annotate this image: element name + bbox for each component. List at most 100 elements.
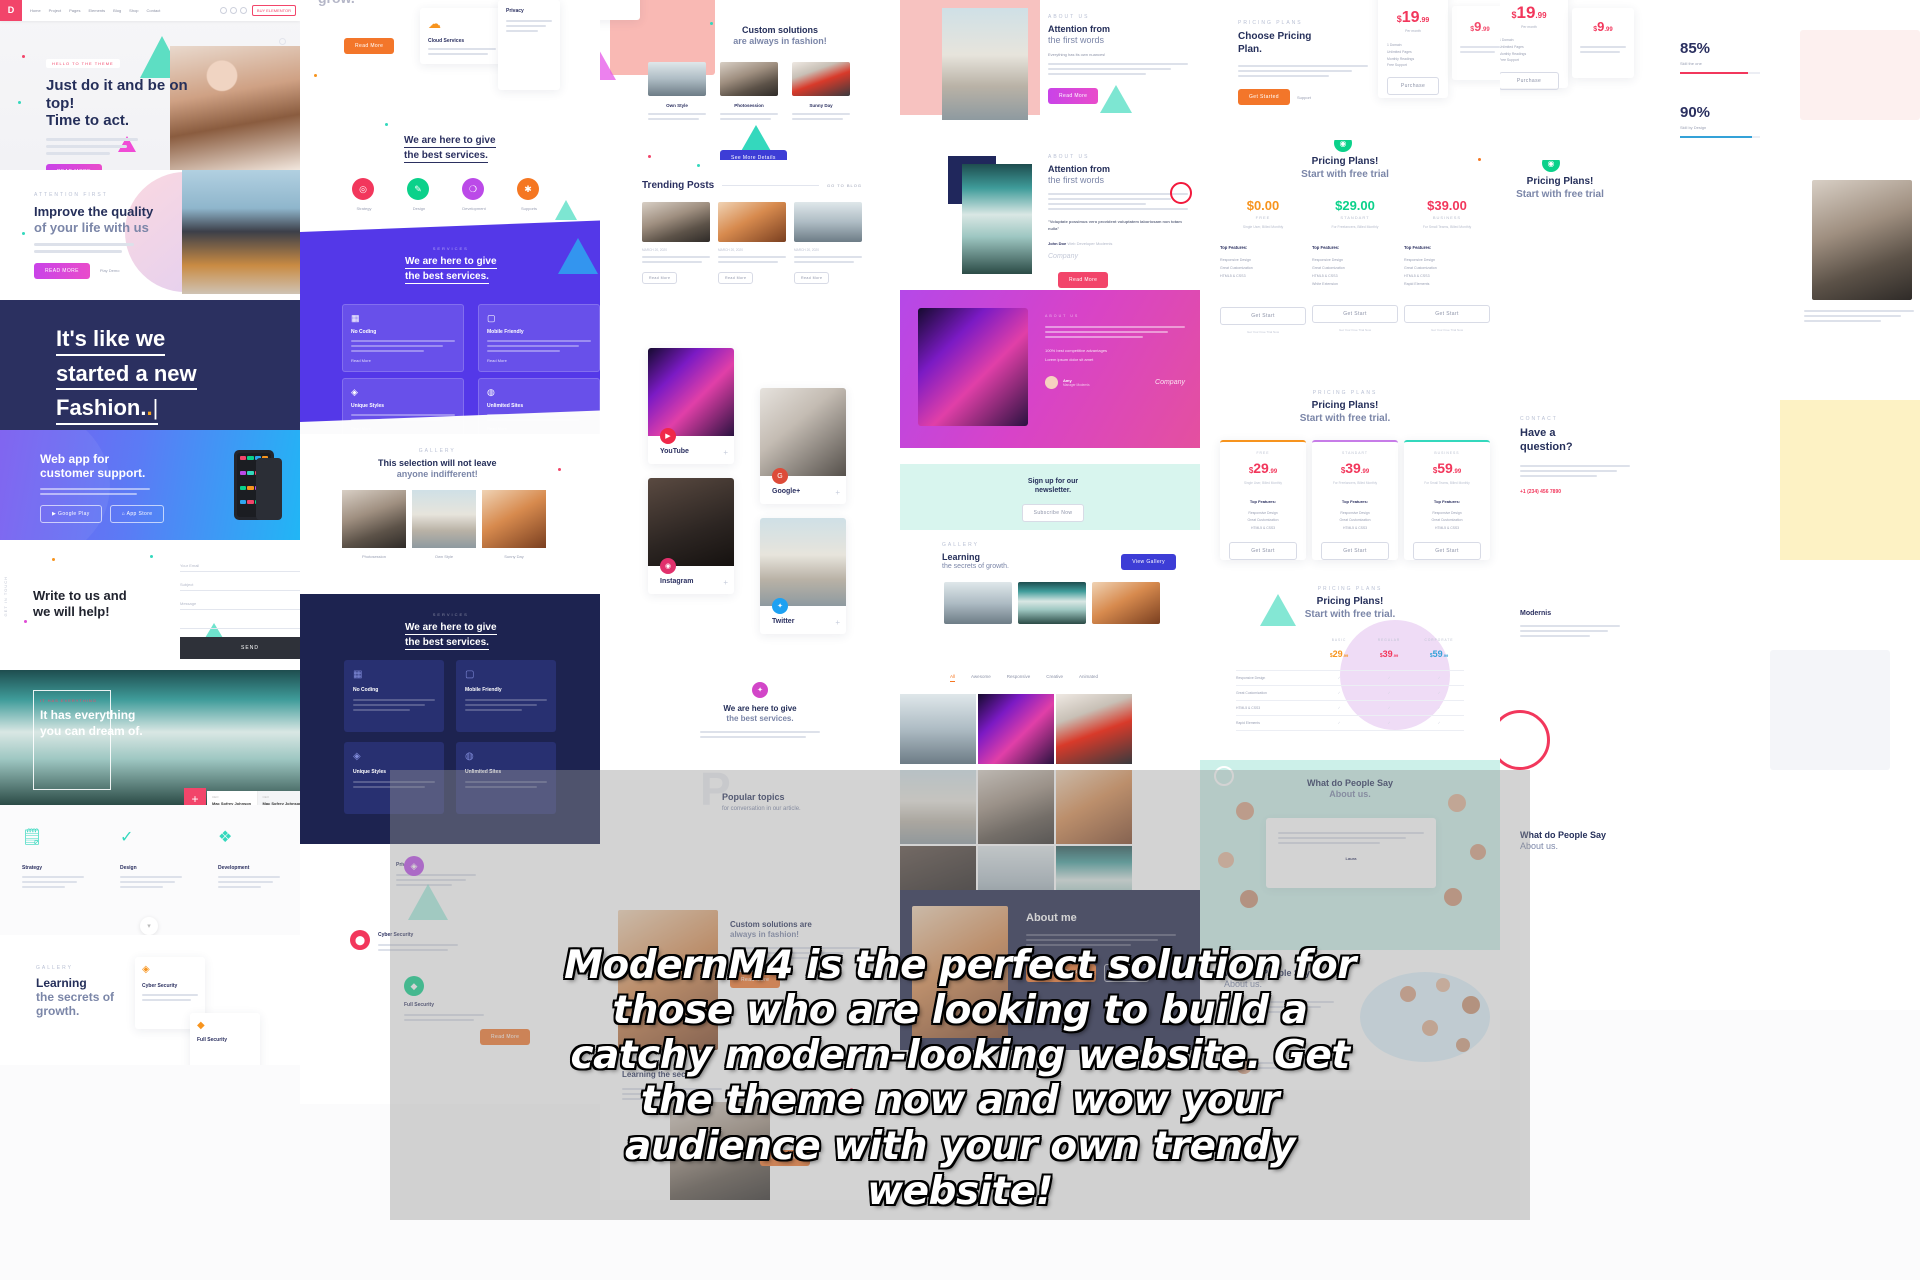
- filter-responsive[interactable]: Responsive: [1007, 674, 1031, 682]
- row-label: Rapid Elements: [1236, 721, 1260, 725]
- featured-feature: Free Support: [1387, 63, 1407, 68]
- pricing-card-starting: STARTING $19.99 Per month 1 Domain Unlim…: [1500, 0, 1568, 91]
- service-item[interactable]: ✎ Design: [407, 178, 431, 211]
- send-button[interactable]: SEND: [180, 637, 300, 659]
- nav-item-shop[interactable]: Shop: [129, 8, 138, 13]
- contact-panel: GET IN TOUCH Write to us and we will hel…: [0, 540, 300, 670]
- attention-1-button[interactable]: Read More: [1048, 88, 1099, 105]
- post-card[interactable]: MARCH 20, 2020 Read More: [718, 202, 786, 284]
- faq-phone-button[interactable]: +1 (234) 456 7890: [1520, 489, 1630, 495]
- plan-cta[interactable]: Get Start: [1312, 304, 1398, 323]
- subscribe-button[interactable]: Subscribe Now: [1021, 503, 1085, 522]
- fashion-line1: It's like we: [56, 325, 166, 356]
- chevron-down-icon[interactable]: ▾: [140, 917, 158, 935]
- social-card-googleplus[interactable]: G Google+ +: [760, 388, 846, 504]
- featured-purchase-button[interactable]: Purchase: [1500, 72, 1559, 91]
- plan-cta[interactable]: Get Start: [1220, 306, 1306, 325]
- feature-link[interactable]: Read More: [487, 426, 591, 431]
- cart-icon[interactable]: [239, 7, 247, 14]
- diamond-icon: ◈: [351, 387, 358, 397]
- portfolio-item[interactable]: [900, 694, 976, 764]
- gallery-thumb[interactable]: [944, 582, 1012, 624]
- gallery-thumb[interactable]: [1092, 582, 1160, 624]
- quality-primary-button[interactable]: READ MORE: [34, 262, 90, 279]
- gallery-thumb[interactable]: [1018, 582, 1086, 624]
- attention-2-button[interactable]: Read More: [1058, 272, 1109, 288]
- post-read-more[interactable]: Read More: [642, 272, 678, 284]
- buy-button[interactable]: BUY ELEMENTOR: [251, 5, 296, 16]
- view-gallery-button[interactable]: View Gallery: [1121, 554, 1176, 570]
- subject-field[interactable]: Subject: [180, 579, 300, 591]
- support-link[interactable]: Support: [1297, 95, 1311, 100]
- feature-link[interactable]: Read More: [487, 358, 591, 363]
- social-card-youtube[interactable]: ▶ YouTube +: [648, 348, 734, 464]
- gallery-item[interactable]: Photosession: [342, 490, 406, 559]
- featured-purchase-button[interactable]: Purchase: [1387, 77, 1439, 96]
- gallery-item[interactable]: Own Style: [412, 490, 476, 559]
- logo[interactable]: D: [0, 0, 22, 21]
- nav-item-contact[interactable]: Contact: [147, 8, 161, 13]
- social-card-instagram[interactable]: ◉ Instagram +: [648, 478, 734, 594]
- nav-links[interactable]: Home Project Pages Elements Blog Shop Co…: [30, 8, 160, 13]
- service-item[interactable]: ✱ Supports: [517, 178, 541, 211]
- plus-icon[interactable]: +: [184, 788, 206, 805]
- filter-creative[interactable]: Creative: [1046, 674, 1063, 682]
- gallery-item[interactable]: Sunny Day: [482, 490, 546, 559]
- see-more-details-button[interactable]: See More Details: [720, 150, 787, 160]
- plus-icon[interactable]: +: [723, 578, 728, 587]
- plus-icon[interactable]: +: [835, 488, 840, 497]
- feature-link[interactable]: Read More: [351, 358, 455, 363]
- plus-icon[interactable]: +: [835, 618, 840, 627]
- quality-secondary-button[interactable]: Play Demo: [100, 268, 120, 273]
- plan-cta[interactable]: Get Start: [1321, 542, 1389, 561]
- shape-decoration: [1780, 400, 1920, 560]
- service-item[interactable]: ◎ Strategy: [352, 178, 376, 211]
- post-read-more[interactable]: Read More: [718, 272, 754, 284]
- featured-eyebrow: STARTING: [1387, 0, 1439, 1]
- post-card[interactable]: MARCH 20, 2020 Read More: [794, 202, 862, 284]
- pft-r-line2: Start with free trial: [1516, 188, 1604, 200]
- attention-1-tagline: Everything has its own nuances!: [1048, 52, 1106, 58]
- plan-footnote: Get Your Free Trial Now: [1246, 329, 1279, 334]
- portfolio-item[interactable]: [1056, 694, 1132, 764]
- google-play-button[interactable]: ▶ Google Play: [40, 505, 102, 523]
- filter-animated[interactable]: Animated: [1079, 674, 1098, 682]
- portfolio-filters[interactable]: All Awesome Responsive Creative Animated: [950, 674, 1098, 682]
- services-icons-panel: We are here to give the best services. ◎…: [300, 118, 600, 232]
- message-field[interactable]: Message: [180, 598, 300, 610]
- ppc-line2: Start with free trial.: [1299, 412, 1391, 424]
- plus-icon[interactable]: +: [723, 448, 728, 457]
- social-card-twitter[interactable]: ✦ Twitter +: [760, 518, 846, 634]
- team-card: CEO Mac Sofrey Johnson Machine Mind: [257, 791, 300, 805]
- service-item[interactable]: ❍ Development: [462, 178, 486, 211]
- post-card[interactable]: MARCH 20, 2020 Read More: [642, 202, 710, 284]
- pricing-top-partial: STARTING $19.99 Per month 1 Domain Unlim…: [1500, 0, 1920, 160]
- search-icon[interactable]: [219, 7, 227, 14]
- filter-awesome[interactable]: Awesome: [971, 674, 991, 682]
- top-navigation[interactable]: D Home Project Pages Elements Blog Shop …: [0, 0, 300, 21]
- contact-form[interactable]: Your Email Subject Message SEND: [180, 560, 300, 659]
- social-cards-panel: ▶ YouTube + G Google+ + ◉ Instagram + ✦ …: [600, 340, 900, 670]
- nav-item-blog[interactable]: Blog: [113, 8, 121, 13]
- plan-cta[interactable]: Get Start: [1229, 542, 1297, 561]
- feature-title: Mobile Friendly: [465, 687, 502, 693]
- attention-2-author-role: Web Developer Modernis: [1067, 240, 1113, 246]
- cloud-read-more-button[interactable]: Read More: [344, 38, 395, 54]
- go-to-blog-link[interactable]: GO TO BLOG: [827, 183, 862, 188]
- filter-all[interactable]: All: [950, 674, 956, 682]
- plan-cta[interactable]: Get Start: [1413, 542, 1481, 561]
- nav-item-project[interactable]: Project: [49, 8, 61, 13]
- email-field[interactable]: Your Email: [180, 560, 300, 572]
- get-started-button[interactable]: Get Started: [1238, 89, 1290, 105]
- plan-cta[interactable]: Get Start: [1404, 304, 1490, 323]
- portfolio-item[interactable]: [978, 694, 1054, 764]
- post-read-more[interactable]: Read More: [794, 272, 830, 284]
- app-store-button[interactable]: ⌂ App Store: [109, 505, 165, 523]
- feature-link[interactable]: Read More: [351, 426, 455, 431]
- nav-item-pages[interactable]: Pages: [69, 8, 80, 13]
- extra-field[interactable]: [180, 617, 300, 629]
- user-icon[interactable]: [229, 7, 237, 14]
- nav-item-home[interactable]: Home: [30, 8, 41, 13]
- nav-icons[interactable]: [219, 7, 247, 14]
- nav-item-elements[interactable]: Elements: [88, 8, 105, 13]
